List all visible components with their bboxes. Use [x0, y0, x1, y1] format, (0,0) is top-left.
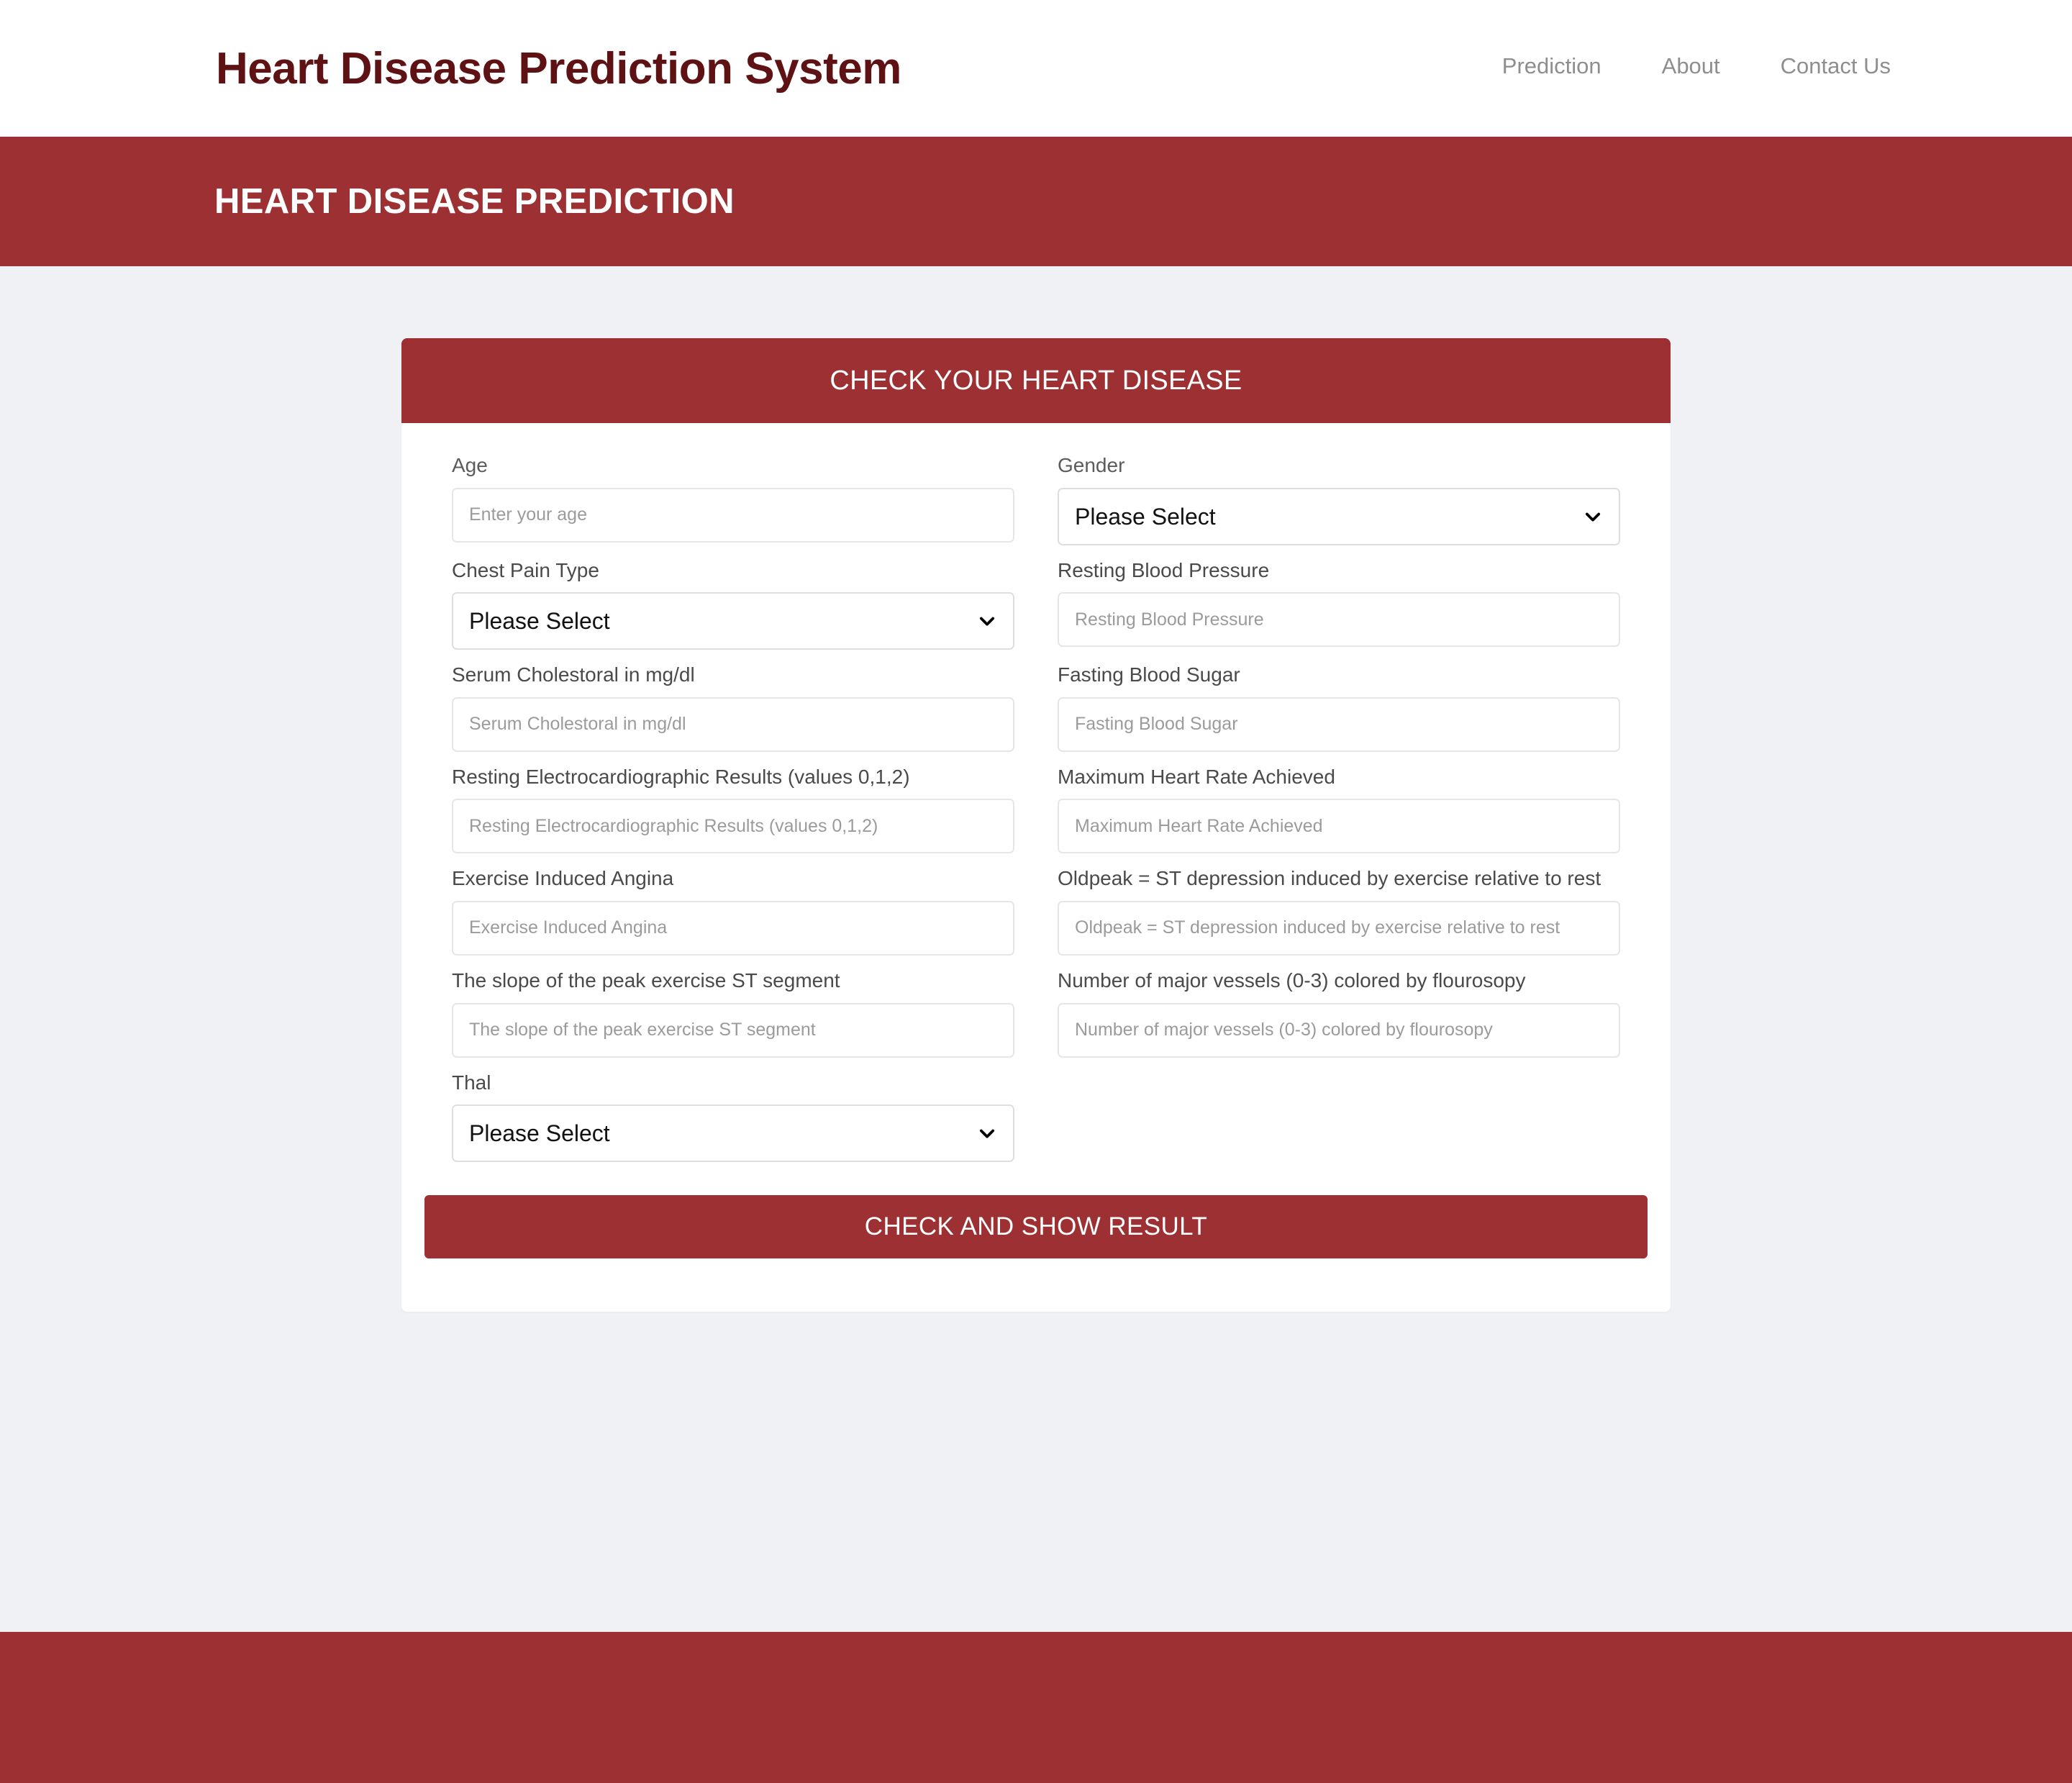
field-age: Age	[430, 453, 1036, 545]
nav-link-contact-us[interactable]: Contact Us	[1781, 53, 1891, 79]
label-major-vessels: Number of major vessels (0-3) colored by…	[1058, 968, 1526, 992]
input-fasting-blood-sugar[interactable]	[1058, 697, 1620, 752]
label-thal: Thal	[452, 1071, 491, 1094]
select-wrap-gender: Please Select	[1058, 487, 1620, 545]
input-major-vessels[interactable]	[1058, 1002, 1620, 1058]
label-resting-ecg-results: Resting Electrocardiographic Results (va…	[452, 765, 910, 788]
nav-links: Prediction About Contact Us	[1502, 53, 1891, 79]
field-exercise-induced-angina: Exercise Induced Angina	[430, 866, 1036, 956]
page-title: HEART DISEASE PREDICTION	[214, 182, 735, 221]
select-wrap-thal: Please Select	[452, 1104, 1014, 1163]
nav-link-prediction[interactable]: Prediction	[1502, 53, 1601, 79]
select-chest-pain-type[interactable]: Please Select	[452, 592, 1014, 650]
input-age[interactable]	[452, 487, 1014, 543]
label-fasting-blood-sugar: Fasting Blood Sugar	[1058, 663, 1240, 686]
label-serum-cholestoral: Serum Cholestoral in mg/dl	[452, 663, 695, 686]
nav-link-about[interactable]: About	[1662, 53, 1720, 79]
select-wrap-chest-pain-type: Please Select	[452, 592, 1014, 650]
input-exercise-induced-angina[interactable]	[452, 900, 1014, 956]
input-oldpeak[interactable]	[1058, 900, 1620, 956]
label-maximum-heart-rate: Maximum Heart Rate Achieved	[1058, 765, 1335, 788]
input-resting-blood-pressure[interactable]	[1058, 592, 1620, 648]
label-chest-pain-type: Chest Pain Type	[452, 558, 599, 581]
input-serum-cholestoral[interactable]	[452, 697, 1014, 752]
field-serum-cholestoral: Serum Cholestoral in mg/dl	[430, 663, 1036, 752]
field-resting-ecg-results: Resting Electrocardiographic Results (va…	[430, 765, 1036, 854]
input-maximum-heart-rate[interactable]	[1058, 799, 1620, 854]
page-banner: HEART DISEASE PREDICTION	[0, 137, 2072, 266]
field-major-vessels: Number of major vessels (0-3) colored by…	[1036, 968, 1642, 1058]
label-exercise-induced-angina: Exercise Induced Angina	[452, 867, 674, 890]
prediction-form-card: CHECK YOUR HEART DISEASE Age Gender Plea…	[401, 338, 1671, 1312]
field-st-slope: The slope of the peak exercise ST segmen…	[430, 968, 1036, 1058]
card-body: Age Gender Please Select	[401, 423, 1671, 1175]
main-content-area: CHECK YOUR HEART DISEASE Age Gender Plea…	[0, 266, 2072, 1632]
field-fasting-blood-sugar: Fasting Blood Sugar	[1036, 663, 1642, 752]
card-header-title: CHECK YOUR HEART DISEASE	[830, 365, 1242, 396]
field-spacer	[1036, 1071, 1642, 1163]
label-oldpeak: Oldpeak = ST depression induced by exerc…	[1058, 867, 1601, 890]
label-resting-blood-pressure: Resting Blood Pressure	[1058, 558, 1270, 581]
field-maximum-heart-rate: Maximum Heart Rate Achieved	[1036, 765, 1642, 854]
page-footer	[0, 1632, 2072, 1783]
input-resting-ecg-results[interactable]	[452, 799, 1014, 854]
input-st-slope[interactable]	[452, 1002, 1014, 1058]
brand-title: Heart Disease Prediction System	[216, 43, 901, 94]
field-thal: Thal Please Select	[430, 1071, 1036, 1163]
field-resting-blood-pressure: Resting Blood Pressure	[1036, 558, 1642, 650]
card-header: CHECK YOUR HEART DISEASE	[401, 338, 1671, 423]
label-st-slope: The slope of the peak exercise ST segmen…	[452, 968, 840, 992]
field-gender: Gender Please Select	[1036, 453, 1642, 545]
field-chest-pain-type: Chest Pain Type Please Select	[430, 558, 1036, 650]
select-thal[interactable]: Please Select	[452, 1104, 1014, 1163]
submit-area: CHECK AND SHOW RESULT	[401, 1175, 1671, 1312]
label-age: Age	[452, 454, 488, 476]
label-gender: Gender	[1058, 454, 1125, 476]
field-oldpeak: Oldpeak = ST depression induced by exerc…	[1036, 866, 1642, 956]
select-gender[interactable]: Please Select	[1058, 487, 1620, 545]
top-navbar: Heart Disease Prediction System Predicti…	[0, 0, 2072, 137]
check-and-show-result-button[interactable]: CHECK AND SHOW RESULT	[424, 1195, 1648, 1259]
prediction-form: Age Gender Please Select	[430, 453, 1642, 1175]
